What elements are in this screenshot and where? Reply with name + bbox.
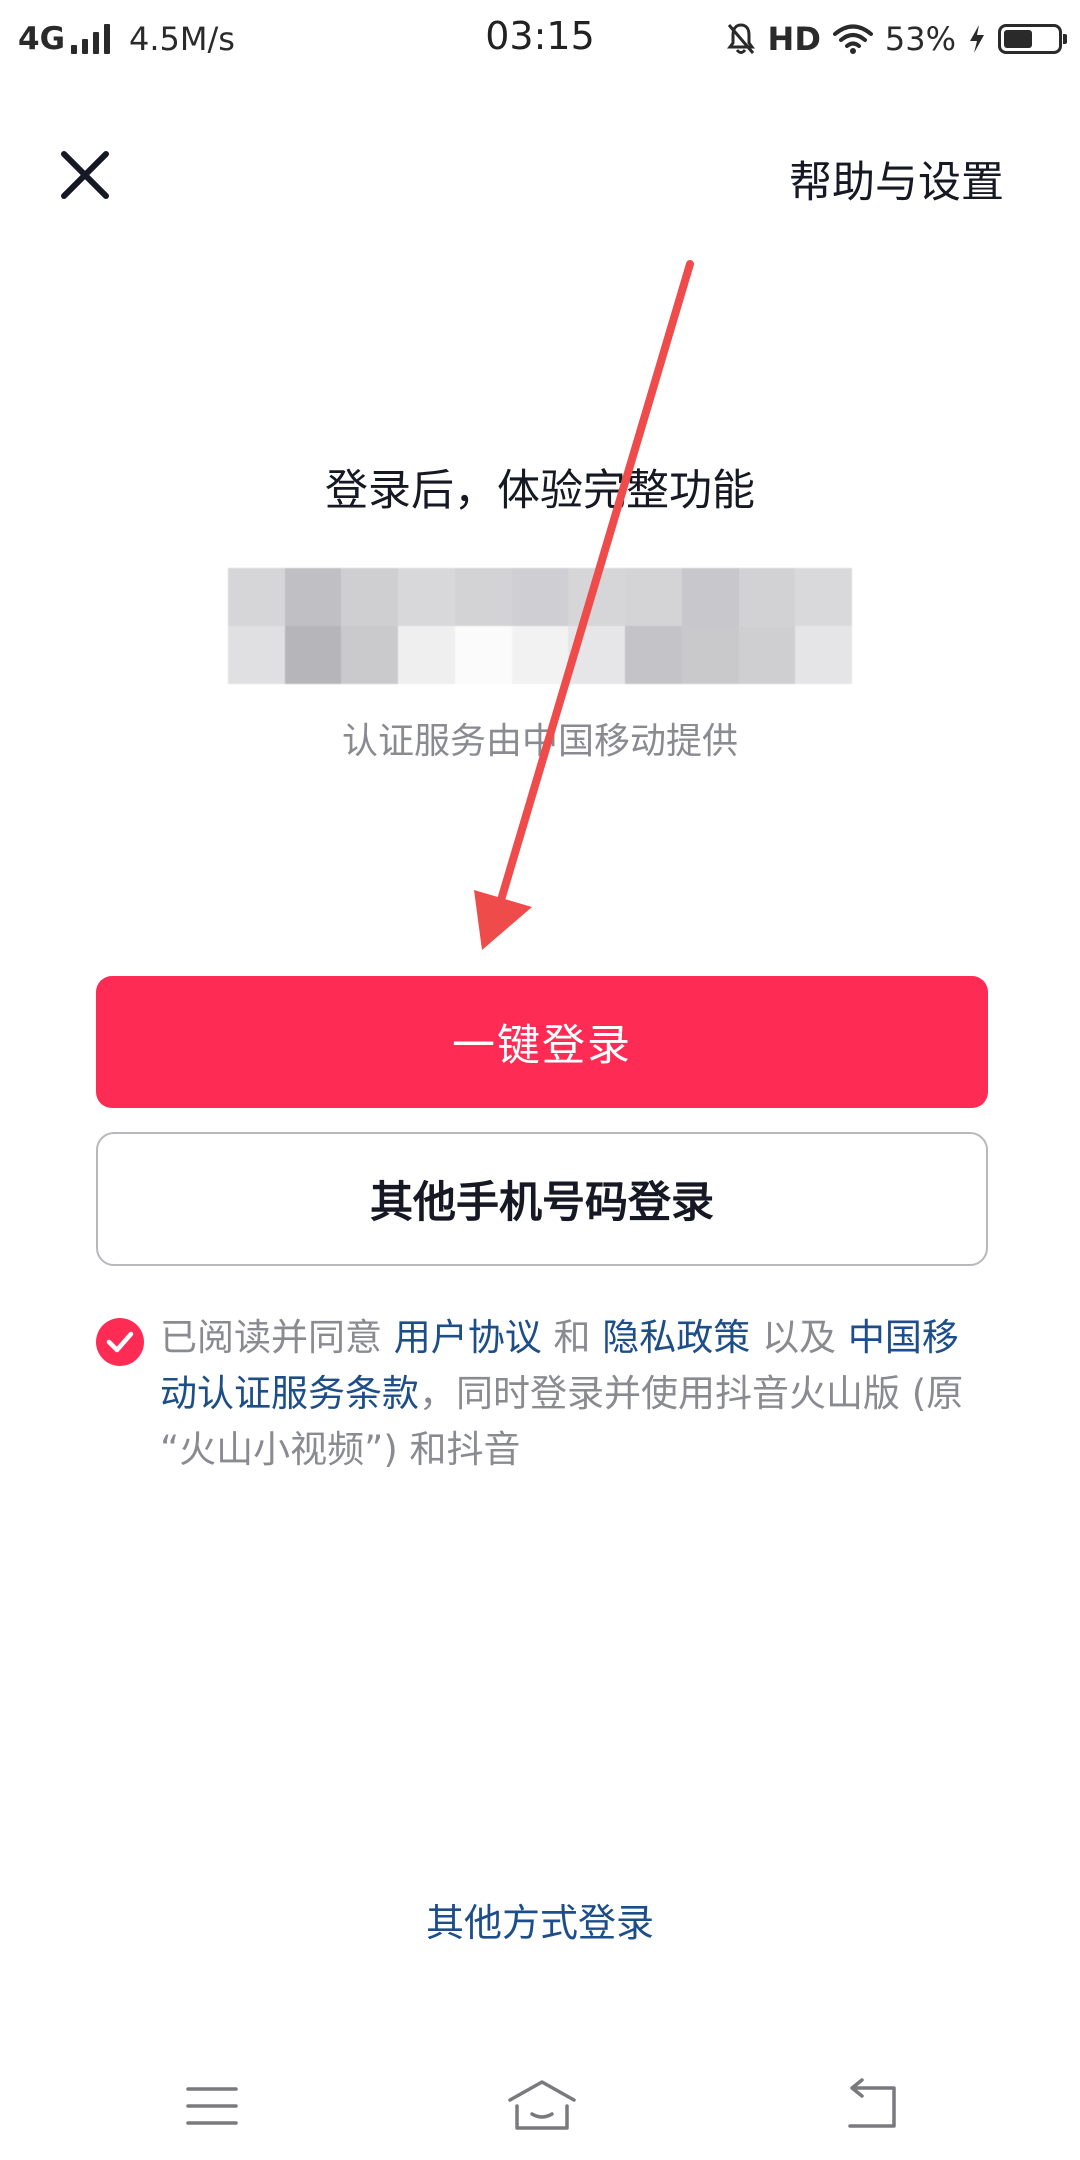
agreement-prefix: 已阅读并同意 xyxy=(160,1316,382,1359)
login-screen: 4G 4.5M/s 03:15 HD 53% 帮助与设置 登录后，体验完整功能 … xyxy=(0,0,1080,2160)
nav-home-button[interactable] xyxy=(502,2076,582,2136)
close-button[interactable] xyxy=(50,140,120,210)
mute-bell-icon xyxy=(726,23,755,54)
agreement-and-2: 以及 xyxy=(762,1316,837,1359)
nav-menu-button[interactable] xyxy=(172,2076,252,2136)
status-right: HD 53% xyxy=(714,18,1067,60)
privacy-policy-link[interactable]: 隐私政策 xyxy=(602,1316,750,1359)
close-icon xyxy=(61,151,109,199)
status-bar: 4G 4.5M/s 03:15 HD 53% xyxy=(0,0,1080,76)
other-login-methods-link[interactable]: 其他方式登录 xyxy=(0,1892,1080,1947)
masked-phone-number xyxy=(228,568,852,684)
wifi-icon xyxy=(832,24,873,54)
battery-percent: 53% xyxy=(884,20,956,58)
battery-icon xyxy=(998,24,1067,54)
charging-icon xyxy=(970,25,984,53)
user-agreement-link[interactable]: 用户协议 xyxy=(394,1316,542,1359)
help-settings-link[interactable]: 帮助与设置 xyxy=(789,148,1004,210)
back-icon xyxy=(848,2078,896,2128)
battery-fill xyxy=(1004,30,1032,48)
provider-note: 认证服务由中国移动提供 xyxy=(341,721,738,762)
one-click-login-button[interactable]: 一键登录 xyxy=(96,976,988,1108)
agreement-text: 已阅读并同意 用户协议 和 隐私政策 以及 中国移动认证服务条款，同时登录并使用… xyxy=(160,1310,990,1478)
annotation-arrow-head xyxy=(474,890,532,950)
nav-back-button[interactable] xyxy=(832,2076,912,2136)
hd-label: HD xyxy=(767,20,821,58)
other-phone-login-button[interactable]: 其他手机号码登录 xyxy=(96,1132,988,1266)
checkmark-icon xyxy=(106,1331,134,1353)
page-title: 登录后，体验完整功能 xyxy=(325,466,755,516)
agreement-checkbox[interactable] xyxy=(96,1318,144,1366)
agreement-and-1: 和 xyxy=(553,1316,591,1359)
home-icon xyxy=(508,2080,576,2130)
menu-icon xyxy=(186,2087,238,2125)
